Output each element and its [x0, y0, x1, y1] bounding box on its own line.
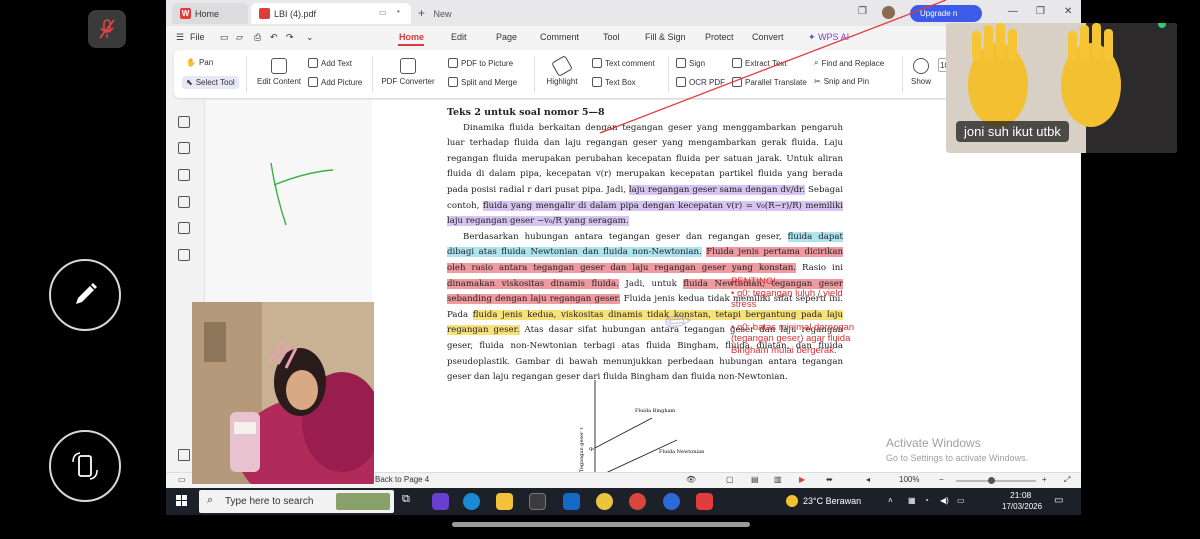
- sidebar-icon[interactable]: ▭: [178, 475, 186, 484]
- home-indicator[interactable]: [452, 522, 750, 527]
- tray-chevron-icon[interactable]: ˄: [888, 496, 893, 505]
- watermark-icon: ✎: [655, 299, 701, 344]
- clock-date[interactable]: 17/03/2026: [1002, 502, 1042, 511]
- weather-text[interactable]: 23°C Berawan: [803, 496, 861, 506]
- meeting-window: W Home LBI (4).pdf ▭ • + New ❐ Upgrade n…: [0, 0, 1200, 539]
- zoom-minus-icon[interactable]: −: [939, 475, 944, 484]
- green-pen-stroke-2: [273, 169, 334, 186]
- activate-windows-title: Activate Windows: [886, 436, 981, 450]
- participant-name: joni suh ikut utbk: [956, 121, 1069, 142]
- copilot-icon[interactable]: [432, 493, 449, 510]
- search-icon: ⌕: [207, 494, 214, 506]
- view-icon[interactable]: 👁: [686, 475, 696, 484]
- note-line-3: [731, 311, 856, 322]
- taskbar-search[interactable]: ⌕ Type here to search: [199, 490, 394, 513]
- activate-windows-subtitle: Go to Settings to activate Windows.: [886, 453, 1029, 463]
- annotate-button[interactable]: [49, 259, 121, 331]
- task-view-icon[interactable]: ⧉: [402, 493, 419, 510]
- search-placeholder: Type here to search: [225, 496, 314, 507]
- play-slideshow-icon[interactable]: ▶: [799, 475, 805, 484]
- participant-video[interactable]: joni suh ikut utbk: [946, 23, 1177, 153]
- pencil-icon: [76, 283, 97, 304]
- continuous-icon[interactable]: ▤: [751, 475, 759, 484]
- mic-off-icon: [99, 19, 115, 39]
- rotate-icon: [72, 452, 98, 480]
- zoom-slider[interactable]: [956, 477, 1036, 484]
- note-line-2: • q0: tegangan luluh / yield stress: [731, 287, 843, 311]
- store-icon[interactable]: [529, 493, 546, 510]
- back-to-page[interactable]: Back to Page 4: [375, 475, 429, 484]
- note-line-1: PENTING!: [731, 276, 776, 287]
- zoom-plus-icon[interactable]: +: [1042, 475, 1047, 484]
- notification-icon[interactable]: ▭: [1054, 495, 1063, 506]
- weather-icon: [786, 495, 798, 507]
- red-note: PENTING! • q0: tegangan luluh / yield st…: [731, 276, 856, 356]
- annotation-line: [599, 0, 947, 134]
- self-video[interactable]: [192, 302, 374, 484]
- outlook-icon[interactable]: [563, 493, 580, 510]
- search-highlight-image: [336, 493, 390, 510]
- chrome-icon[interactable]: [596, 493, 613, 510]
- battery-icon[interactable]: ▭: [957, 496, 965, 505]
- fullscreen-icon[interactable]: ⤢: [1064, 475, 1070, 485]
- chrome-profile-icon[interactable]: [629, 493, 646, 510]
- single-page-icon[interactable]: ▢: [726, 475, 734, 484]
- file-explorer-icon[interactable]: [496, 493, 513, 510]
- zoom-value[interactable]: 100%: [899, 475, 919, 484]
- self-video-image: [192, 302, 374, 484]
- zoom-out-icon[interactable]: ◂: [866, 475, 870, 484]
- zoom-slider-thumb[interactable]: [988, 477, 995, 484]
- mute-button[interactable]: [88, 10, 126, 48]
- note-line-4: • q0: batas minimal dorongan (tegangan g…: [731, 321, 855, 356]
- windows-taskbar: ⌕ Type here to search ⧉ 23°C Berawan ˄ ▦…: [166, 488, 1081, 515]
- edge-icon[interactable]: [463, 493, 480, 510]
- network-icon[interactable]: ▦: [908, 496, 916, 505]
- rotate-screen-button[interactable]: [49, 430, 121, 502]
- fit-width-icon[interactable]: ⬌: [826, 475, 833, 484]
- green-pen-stroke-1: [270, 162, 287, 226]
- windows-start-icon[interactable]: [176, 495, 188, 507]
- wps-taskbar-icon[interactable]: [696, 493, 713, 510]
- clock-time[interactable]: 21:08: [1010, 490, 1031, 500]
- two-page-icon[interactable]: ▥: [774, 475, 782, 484]
- zoom-icon[interactable]: [663, 493, 680, 510]
- volume-icon[interactable]: ◀): [940, 496, 949, 505]
- wifi-icon[interactable]: ◔: [924, 496, 929, 505]
